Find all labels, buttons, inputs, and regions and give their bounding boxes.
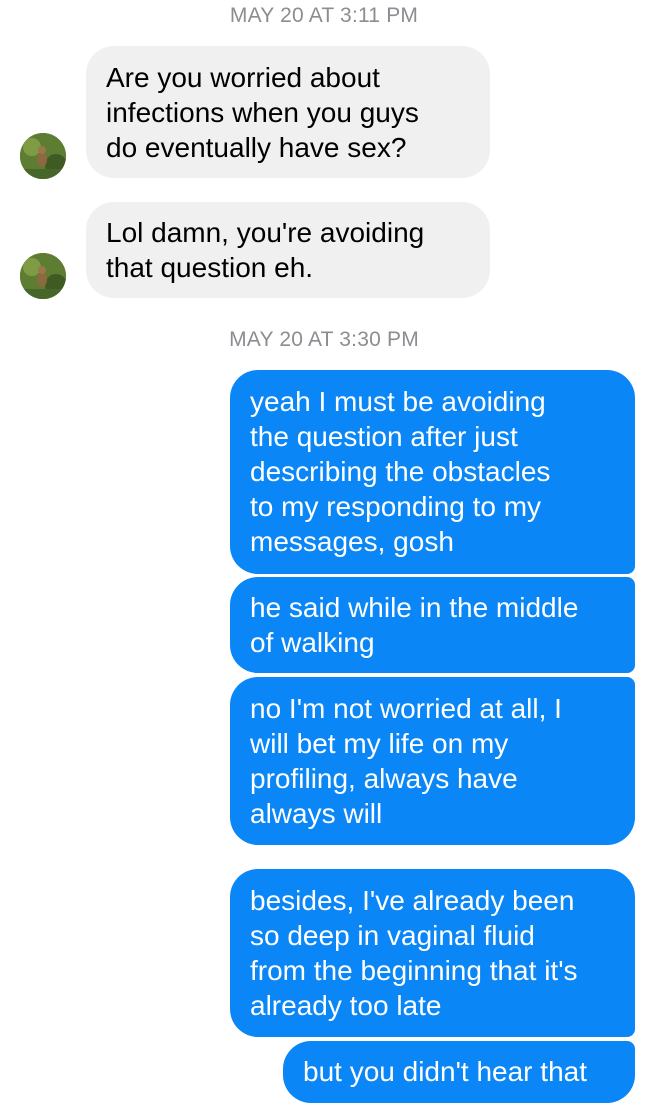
contact-avatar-image [20, 133, 66, 179]
contact-avatar[interactable] [20, 133, 66, 179]
timestamp-divider: MAY 20 AT 3:11 PM [229, 4, 419, 27]
outgoing-message[interactable]: yeah I must be avoiding the question aft… [230, 370, 635, 574]
outgoing-message[interactable]: no I'm not worried at all, I will bet my… [230, 677, 635, 845]
outgoing-message[interactable]: but you didn't hear that [283, 1041, 635, 1103]
outgoing-message[interactable]: he said while in the middle of walking [230, 577, 635, 673]
contact-avatar-image [20, 253, 66, 299]
outgoing-message[interactable]: besides, I've already been so deep in va… [230, 869, 635, 1037]
incoming-message[interactable]: Lol damn, you're avoiding that question … [86, 202, 490, 298]
incoming-message[interactable]: Are you worried about infections when yo… [86, 46, 490, 178]
message-thread: MAY 20 AT 3:11 PM Are you worried about … [0, 0, 648, 1117]
timestamp-divider: MAY 20 AT 3:30 PM [229, 328, 419, 351]
contact-avatar[interactable] [20, 253, 66, 299]
